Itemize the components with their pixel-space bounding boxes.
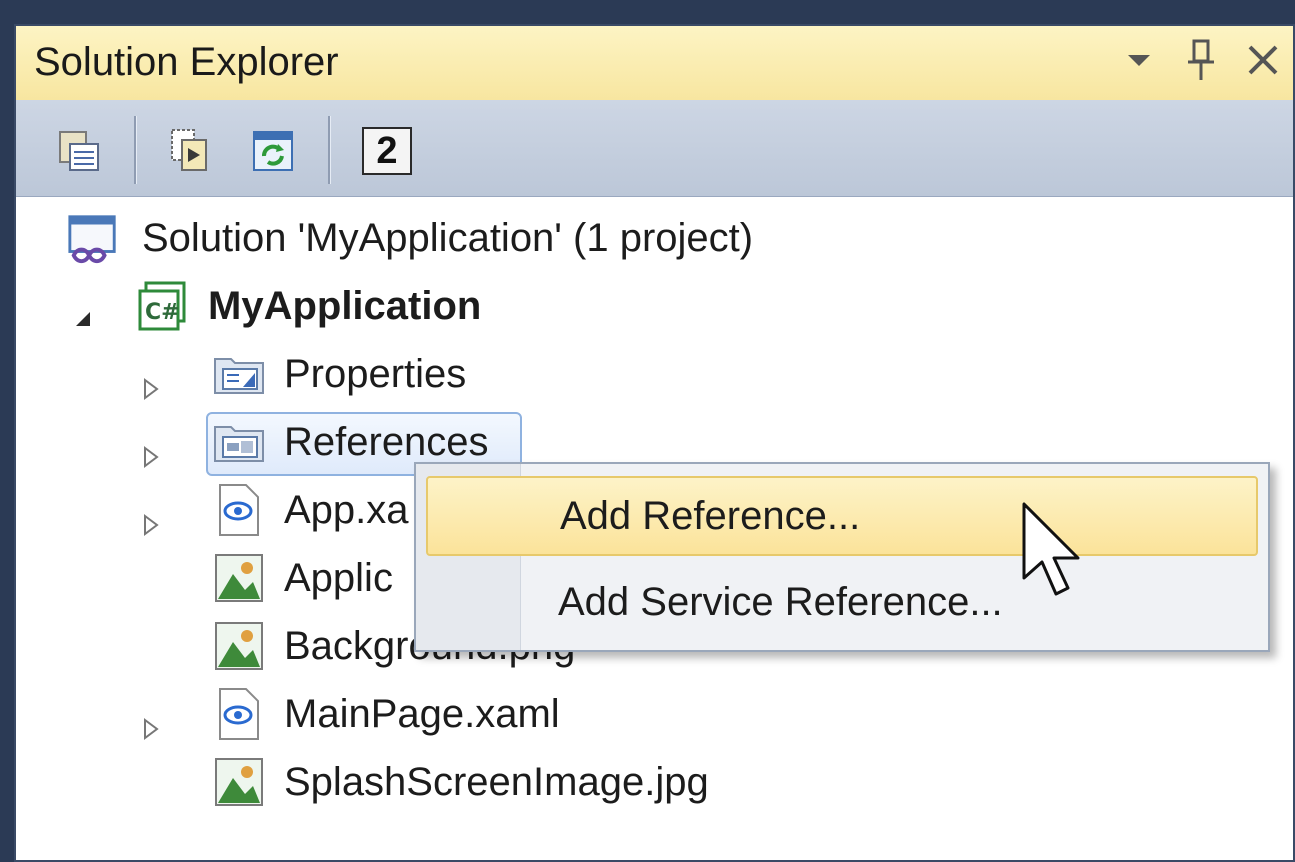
expand-arrow-icon[interactable] [138, 444, 164, 470]
tree-item-app-xaml[interactable]: App.xa [212, 478, 409, 542]
image-file-icon [212, 551, 266, 605]
panel-title: Solution Explorer [34, 40, 339, 84]
properties-folder-icon [212, 347, 266, 401]
toolbar: 2 [16, 100, 1293, 197]
add-service-reference-menu-item[interactable]: Add Service Reference... [426, 562, 1258, 642]
tree-item-label: MainPage.xaml [284, 691, 560, 736]
references-folder-icon [212, 415, 266, 469]
expand-arrow-icon[interactable] [138, 716, 164, 742]
tree-item-mainpage-xaml[interactable]: MainPage.xaml [212, 682, 560, 746]
tree-item-splashscreen-jpg[interactable]: SplashScreenImage.jpg [212, 750, 709, 814]
xaml-file-icon [212, 483, 266, 537]
badge-number: 2 [362, 127, 412, 175]
image-file-icon [212, 755, 266, 809]
solution-node[interactable]: Solution 'MyApplication' (1 project) [66, 206, 753, 270]
tree-item-label: Applic [284, 555, 393, 600]
tree-item-label: References [284, 419, 489, 464]
image-file-icon [212, 619, 266, 673]
project-label: MyApplication [208, 283, 482, 328]
mouse-cursor-icon [1020, 500, 1090, 600]
tree-item-label: App.xa [284, 487, 409, 532]
tree-item-application-icon[interactable]: Applic [212, 546, 393, 610]
menu-item-label: Add Service Reference... [558, 579, 1003, 624]
menu-item-label: Add Reference... [560, 493, 861, 538]
solution-label: Solution 'MyApplication' (1 project) [142, 215, 754, 260]
xaml-file-icon [212, 687, 266, 741]
properties-icon[interactable] [52, 124, 106, 178]
step-badge: 2 [360, 124, 414, 178]
context-menu: Add Reference... Add Service Reference..… [414, 462, 1270, 652]
show-all-files-icon[interactable] [162, 124, 216, 178]
expand-arrow-icon[interactable] [138, 376, 164, 402]
tree-item-label: SplashScreenImage.jpg [284, 759, 709, 804]
solution-icon [66, 211, 120, 265]
tree-item-label: Properties [284, 351, 467, 396]
add-reference-menu-item[interactable]: Add Reference... [426, 476, 1258, 556]
expand-arrow-icon[interactable] [138, 512, 164, 538]
close-icon[interactable] [1241, 36, 1285, 84]
toolbar-separator [328, 116, 331, 184]
toolbar-separator [134, 116, 137, 184]
csharp-project-icon: C# [136, 279, 190, 333]
svg-text:C#: C# [145, 300, 180, 325]
tree-item-properties[interactable]: Properties [212, 342, 466, 406]
dropdown-icon[interactable] [1117, 36, 1161, 84]
pin-icon[interactable] [1179, 36, 1223, 84]
project-node[interactable]: C# MyApplication [136, 274, 481, 338]
collapse-arrow-icon[interactable] [70, 306, 96, 332]
title-bar: Solution Explorer [16, 26, 1293, 101]
refresh-icon[interactable] [246, 124, 300, 178]
solution-explorer-panel: Solution Explorer 2 Solution 'MyApplicat… [14, 24, 1295, 862]
